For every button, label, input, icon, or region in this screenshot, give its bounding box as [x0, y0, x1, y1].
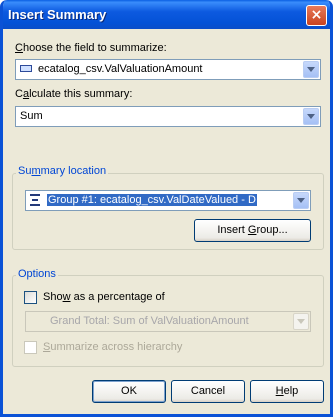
help-button[interactable]: Help	[250, 380, 324, 403]
hierarchy-label: Summarize across hierarchy	[43, 341, 183, 353]
database-field-icon	[20, 65, 32, 72]
summary-value: Sum	[20, 110, 43, 122]
location-value: Group #1: ecatalog_csv.ValDateValued - D	[46, 193, 258, 207]
close-icon: ×	[310, 7, 323, 23]
percentage-value: Grand Total: Sum of ValValuationAmount	[50, 315, 249, 327]
summary-label: Calculate this summary:	[15, 88, 133, 100]
options-title: Options	[16, 268, 58, 280]
close-button[interactable]: ×	[306, 5, 327, 26]
cancel-button[interactable]: Cancel	[171, 380, 245, 403]
field-value: ecatalog_csv.ValValuationAmount	[38, 63, 203, 75]
percentage-checkbox[interactable]	[24, 291, 37, 304]
title-bar[interactable]: Insert Summary ×	[3, 0, 330, 29]
summary-combobox[interactable]: Sum	[15, 106, 321, 127]
percentage-label[interactable]: Show as a percentage of	[43, 291, 165, 303]
location-combobox[interactable]: Group #1: ecatalog_csv.ValDateValued - D	[25, 190, 311, 211]
chevron-down-icon[interactable]	[293, 192, 309, 209]
ok-button[interactable]: OK	[92, 380, 166, 403]
chevron-down-icon[interactable]	[303, 108, 319, 125]
chevron-down-icon	[293, 313, 309, 330]
chevron-down-icon[interactable]	[303, 61, 319, 78]
window-title: Insert Summary	[8, 7, 107, 22]
field-label: Choose the field to summarize:	[15, 42, 167, 54]
hierarchy-checkbox	[24, 341, 37, 354]
group-icon	[30, 194, 40, 206]
insert-group-button[interactable]: Insert Group...	[194, 219, 311, 242]
percentage-combobox: Grand Total: Sum of ValValuationAmount	[25, 311, 311, 332]
field-combobox[interactable]: ecatalog_csv.ValValuationAmount	[15, 59, 321, 80]
insert-summary-dialog: Insert Summary × Choose the field to sum…	[0, 0, 333, 417]
summary-location-title: Summary location	[16, 165, 109, 177]
